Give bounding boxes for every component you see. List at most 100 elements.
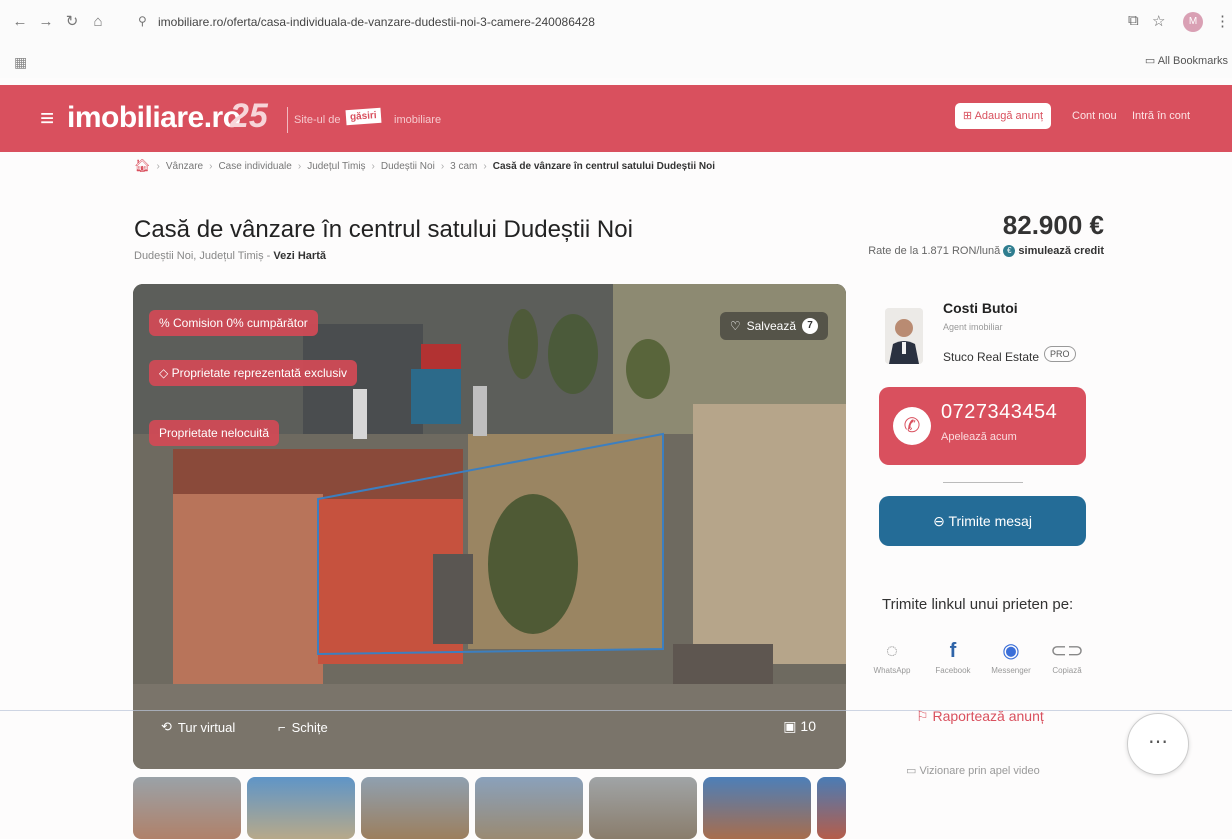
share-whatsapp[interactable]: ◌ WhatsApp <box>864 636 920 675</box>
apps-grid-icon[interactable]: ▦ <box>14 54 27 71</box>
share-messenger[interactable]: ◉ Messenger <box>983 636 1039 675</box>
tagline-highlight: găsiri <box>345 107 382 126</box>
listing-location: Dudeștii Noi, Județul Timiș - Vezi Hartă <box>134 250 326 262</box>
agent-avatar <box>885 308 923 364</box>
breadcrumb-item[interactable]: 3 cam <box>450 161 477 172</box>
share-title: Trimite linkul unui prieten pe: <box>882 596 1074 613</box>
virtual-tour-button[interactable]: ⟲ Tur virtual <box>161 719 235 735</box>
simulate-credit-link[interactable]: simulează credit <box>1018 245 1104 257</box>
forward-icon[interactable]: → <box>36 12 56 32</box>
thumbnail[interactable] <box>589 777 697 839</box>
main-photo[interactable]: % Comision 0% cumpărător ◇ Proprietate r… <box>133 284 846 769</box>
location-text: Dudeștii Noi, Județul Timiș <box>134 250 264 262</box>
chat-icon: ⋯ <box>1148 731 1168 753</box>
breadcrumb-item[interactable]: Vânzare <box>166 161 203 172</box>
phone-icon: ✆ <box>893 407 931 445</box>
site-settings-icon[interactable]: ⚲ <box>138 14 147 28</box>
chat-button[interactable]: ⋯ <box>1127 713 1189 775</box>
photo-count-label: 10 <box>800 718 816 734</box>
agent-role: Agent imobiliar <box>943 322 1003 332</box>
exclusive-badge-label: Proprietate reprezentată exclusiv <box>171 366 347 380</box>
breadcrumb-separator: › <box>297 160 302 172</box>
create-account-link[interactable]: Cont nou <box>1072 110 1117 122</box>
hamburger-menu-icon[interactable]: ≡ <box>40 105 54 133</box>
facebook-icon: f <box>949 640 957 662</box>
messenger-icon: ◉ <box>1002 640 1020 662</box>
home-breadcrumb-icon[interactable]: 🏠︎ <box>134 158 151 174</box>
breadcrumb: 🏠︎ › Vânzare › Case individuale › Județu… <box>134 158 715 174</box>
report-listing-link[interactable]: ⚐ Raportează anunț <box>916 708 1044 725</box>
install-icon[interactable]: ⧉ <box>1128 12 1139 29</box>
send-message-button[interactable]: ⊖ Trimite mesaj <box>879 496 1086 546</box>
photo-count[interactable]: ▣ 10 <box>783 718 816 735</box>
share-messenger-label: Messenger <box>991 666 1031 675</box>
phone-number: 0727343454 <box>941 401 1058 423</box>
listing-price: 82.900 € <box>1002 210 1104 240</box>
heart-icon: ♡ <box>729 319 741 333</box>
back-icon[interactable]: ← <box>10 12 30 32</box>
thumbnail[interactable] <box>361 777 469 839</box>
all-bookmarks-button[interactable]: ▭ All Bookmarks <box>1145 54 1228 67</box>
overlay-divider <box>0 710 1232 711</box>
breadcrumb-item[interactable]: Case individuale <box>218 161 291 172</box>
exclusive-badge: ◇ Proprietate reprezentată exclusiv <box>149 360 357 386</box>
thumbnail[interactable] <box>703 777 811 839</box>
save-listing-button[interactable]: ♡ Salvează 7 <box>719 312 828 340</box>
anniversary-logo: 25 <box>230 97 268 135</box>
virtual-tour-label: Tur virtual <box>177 719 236 735</box>
address-bar[interactable]: imobiliare.ro/oferta/casa-individuala-de… <box>158 15 595 29</box>
site-logo[interactable]: imobiliare.ro <box>67 101 241 135</box>
virtual-tour-icon: ⟲ <box>161 719 172 734</box>
all-bookmarks-label: All Bookmarks <box>1157 55 1228 67</box>
rate-text: Rate de la 1.871 RON/lună <box>868 245 1001 257</box>
tagline-prefix: Site-ul de <box>294 114 341 126</box>
flag-icon: ⚐ <box>916 708 929 724</box>
call-agent-button[interactable]: ✆ 0727343454 Apelează acum <box>879 387 1086 465</box>
reload-icon[interactable]: ↻ <box>62 12 82 32</box>
thumbnail[interactable] <box>133 777 241 839</box>
report-label: Raportează anunț <box>932 708 1044 724</box>
logo-divider <box>287 107 288 133</box>
menu-dots-icon[interactable]: ⋮ <box>1215 12 1230 30</box>
agency-name[interactable]: Stuco Real Estate <box>943 350 1039 364</box>
breadcrumb-item[interactable]: Dudeștii Noi <box>381 161 435 172</box>
listing-title: Casă de vânzare în centrul satului Dudeș… <box>134 216 633 243</box>
map-link[interactable]: Vezi Hartă <box>273 250 326 262</box>
save-count-badge: 7 <box>802 318 818 334</box>
breadcrumb-separator: › <box>483 160 487 172</box>
profile-avatar[interactable]: M <box>1183 12 1203 32</box>
home-icon[interactable]: ⌂ <box>88 12 108 32</box>
video-call-link[interactable]: ▭ Vizionare prin apel video <box>906 764 1040 777</box>
thumbnail[interactable] <box>817 777 846 839</box>
call-now-label: Apelează acum <box>941 431 1017 443</box>
thumbnail[interactable] <box>475 777 583 839</box>
breadcrumb-separator: › <box>371 160 375 172</box>
share-copy-link[interactable]: ⊂⊃ Copiază <box>1039 636 1095 675</box>
thumbnail[interactable] <box>247 777 355 839</box>
pro-badge: PRO <box>1044 346 1076 362</box>
share-facebook-label: Facebook <box>935 666 971 675</box>
link-icon: ⊂⊃ <box>1050 640 1084 662</box>
video-call-label: Vizionare prin apel video <box>919 765 1040 777</box>
tagline-suffix: imobiliare <box>394 114 442 126</box>
bookmarks-bar: ▦ ▭ All Bookmarks <box>0 44 1232 78</box>
send-message-label: Trimite mesaj <box>948 513 1032 529</box>
vacant-badge: Proprietate nelocuită <box>149 420 280 446</box>
site-header: ≡ imobiliare.ro 25 Site-ul de găsiri imo… <box>0 85 1232 152</box>
share-facebook[interactable]: f Facebook <box>925 636 981 675</box>
add-listing-label: Adaugă anunț <box>974 110 1044 122</box>
breadcrumb-current: Casă de vânzare în centrul satului Dudeș… <box>492 160 716 172</box>
save-label: Salvează <box>746 319 796 333</box>
agent-name[interactable]: Costi Butoi <box>943 300 1018 316</box>
message-icon: ⊖ <box>933 513 945 529</box>
sketches-label: Schițe <box>291 720 328 735</box>
divider <box>943 482 1023 483</box>
breadcrumb-item[interactable]: Județul Timiș <box>307 161 365 172</box>
breadcrumb-separator: › <box>209 160 213 172</box>
add-listing-button[interactable]: ⊞ Adaugă anunț <box>955 103 1051 129</box>
commission-badge: % Comision 0% cumpărător <box>149 310 318 336</box>
bookmark-star-icon[interactable]: ☆ <box>1152 12 1165 30</box>
share-copy-label: Copiază <box>1052 666 1082 675</box>
sketches-button[interactable]: ⌐ Schițe <box>278 720 328 735</box>
login-link[interactable]: Intră în cont <box>1132 110 1190 122</box>
